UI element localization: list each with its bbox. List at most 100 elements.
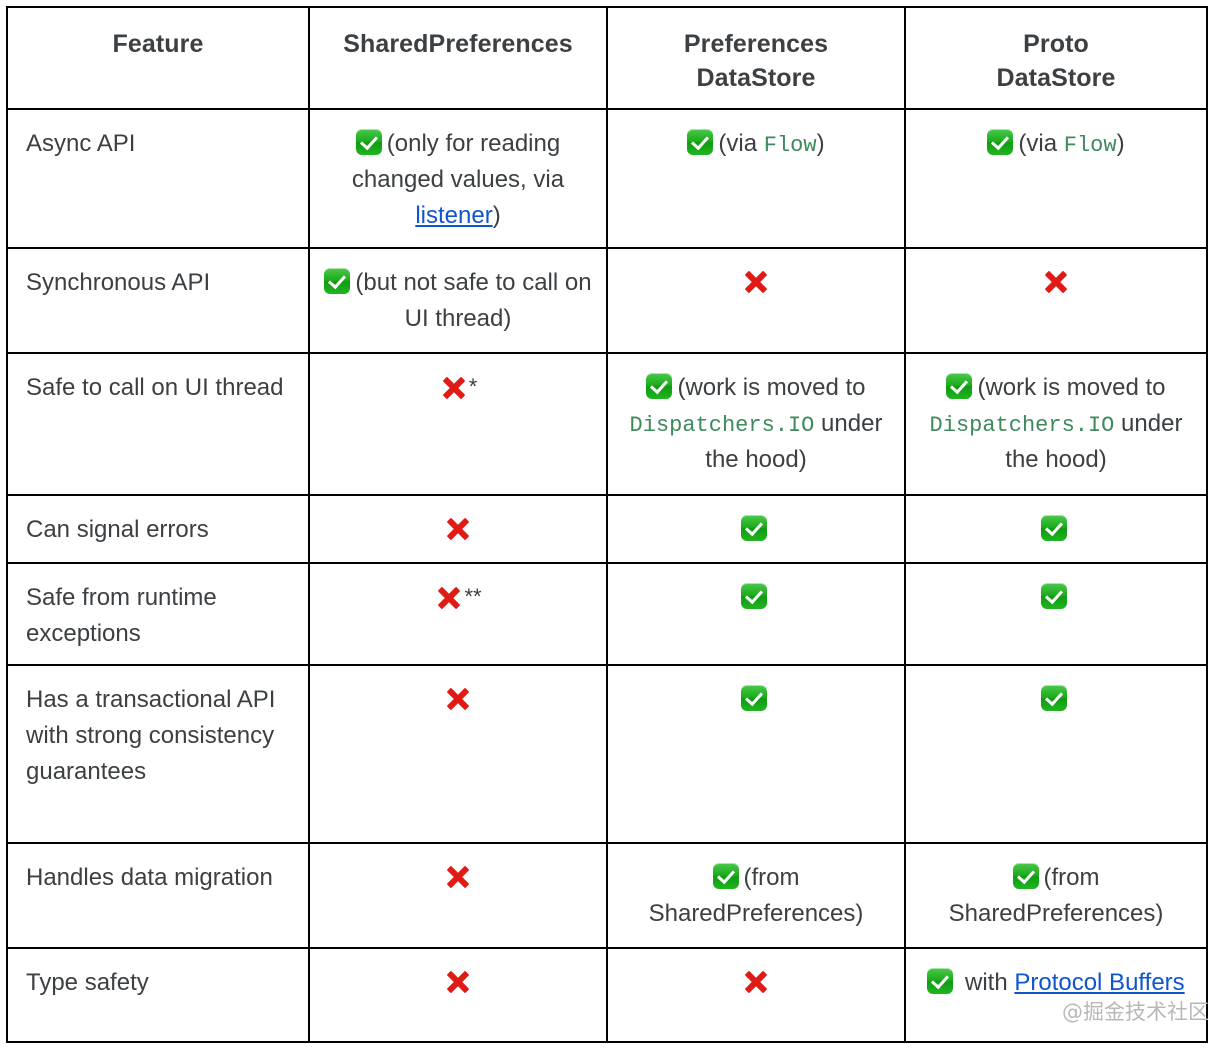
- column-header-proto-datastore: Proto DataStore: [904, 6, 1208, 110]
- footnote-marker: *: [468, 374, 478, 399]
- cell-content: [310, 844, 606, 947]
- header-line-2: DataStore: [996, 63, 1116, 92]
- check-icon: [946, 373, 973, 399]
- check-icon: [740, 685, 767, 711]
- cell-feature: Handles data migration: [6, 842, 310, 949]
- cell-feature: Async API: [6, 108, 310, 249]
- check-icon: [1040, 583, 1067, 609]
- column-header-sharedpreferences: SharedPreferences: [308, 6, 608, 110]
- cell-preferences-datastore: [606, 247, 906, 354]
- cell-text: (work is moved to: [677, 374, 866, 401]
- cross-icon: [443, 967, 473, 997]
- cross-icon: [443, 684, 473, 714]
- cross-icon: [443, 514, 473, 544]
- table-row: Safe from runtime exceptions **: [6, 562, 1208, 666]
- table-row: Safe to call on UI thread * (work is mov…: [6, 352, 1208, 496]
- code-flow: Flow: [1063, 133, 1117, 158]
- cell-content: (via Flow): [608, 110, 904, 247]
- header-line-1: Preferences: [683, 30, 829, 58]
- cell-text: (via: [1018, 130, 1064, 157]
- cell-text: (only for reading changed values, via: [351, 130, 565, 193]
- cell-content: [906, 666, 1206, 842]
- feature-label: Handles data migration: [26, 864, 273, 891]
- feature-label: Synchronous API: [26, 269, 211, 296]
- check-icon: [324, 268, 351, 294]
- check-icon: [355, 129, 382, 155]
- cross-icon: [1041, 267, 1071, 297]
- cell-sharedpreferences: *: [308, 352, 608, 496]
- cross-icon: [443, 862, 473, 892]
- code-dispatchers-io: Dispatchers.IO: [929, 413, 1115, 438]
- cell-content: [310, 496, 606, 562]
- comparison-table-container: Feature SharedPreferences Preferences Da…: [6, 6, 1208, 1043]
- footnote-marker: **: [464, 584, 482, 609]
- cell-content: [906, 496, 1206, 562]
- column-header-feature: Feature: [6, 6, 310, 110]
- feature-label: Has a transactional API with strong cons…: [26, 686, 276, 785]
- cell-proto-datastore: [904, 494, 1208, 564]
- cell-feature: Synchronous API: [6, 247, 310, 354]
- cell-content: (from SharedPreferences): [906, 844, 1206, 947]
- cell-feature: Type safety: [6, 947, 310, 1043]
- comparison-table: Feature SharedPreferences Preferences Da…: [6, 6, 1208, 1043]
- cell-proto-datastore: [904, 247, 1208, 354]
- cell-content: **: [310, 564, 606, 664]
- cell-preferences-datastore: (via Flow): [606, 108, 906, 249]
- cell-sharedpreferences: (but not safe to call on UI thread): [308, 247, 608, 354]
- cell-content: [608, 249, 904, 352]
- check-icon: [927, 968, 954, 994]
- cell-content: [906, 249, 1206, 352]
- cell-preferences-datastore: [606, 562, 906, 666]
- feature-label: Async API: [26, 130, 136, 157]
- cell-content: (from SharedPreferences): [608, 844, 904, 947]
- check-icon: [687, 129, 714, 155]
- cell-text-after: ): [1116, 130, 1125, 157]
- check-icon: [1040, 685, 1067, 711]
- table-row: Synchronous API (but not safe to call on…: [6, 247, 1208, 354]
- table-header-row: Feature SharedPreferences Preferences Da…: [6, 6, 1208, 110]
- feature-label: Can signal errors: [26, 516, 209, 543]
- cell-content: (work is moved to Dispatchers.IO under t…: [906, 354, 1206, 494]
- cell-feature: Safe to call on UI thread: [6, 352, 310, 496]
- table-row: Can signal errors: [6, 494, 1208, 564]
- cross-icon: [741, 267, 771, 297]
- cell-text: (from SharedPreferences): [648, 864, 864, 927]
- table-row: Has a transactional API with strong cons…: [6, 664, 1208, 844]
- protocol-buffers-link[interactable]: Protocol Buffers: [1014, 969, 1184, 996]
- column-header-preferences-datastore: Preferences DataStore: [606, 6, 906, 110]
- cell-preferences-datastore: [606, 664, 906, 844]
- cell-content: (but not safe to call on UI thread): [310, 249, 606, 352]
- cell-sharedpreferences: **: [308, 562, 608, 666]
- check-icon: [1012, 863, 1039, 889]
- cell-sharedpreferences: [308, 842, 608, 949]
- check-icon: [740, 583, 767, 609]
- table-row: Type safety with Protocol Buffers: [6, 947, 1208, 1043]
- cell-sharedpreferences: [308, 664, 608, 844]
- cell-content: with Protocol Buffers: [906, 949, 1206, 1041]
- cell-preferences-datastore: [606, 494, 906, 564]
- feature-label: Safe from runtime exceptions: [26, 584, 217, 647]
- column-header-feature-label: Feature: [112, 30, 204, 58]
- cell-content: [310, 949, 606, 1041]
- cell-feature: Has a transactional API with strong cons…: [6, 664, 310, 844]
- table-row: Handles data migration (from SharedPrefe…: [6, 842, 1208, 949]
- table-body: Async API (only for reading changed valu…: [6, 108, 1208, 1043]
- cell-preferences-datastore: [606, 947, 906, 1043]
- header-line-2: DataStore: [696, 63, 816, 92]
- check-icon: [1040, 515, 1067, 541]
- cell-proto-datastore: [904, 562, 1208, 666]
- cell-proto-datastore: (work is moved to Dispatchers.IO under t…: [904, 352, 1208, 496]
- cell-proto-datastore: with Protocol Buffers: [904, 947, 1208, 1043]
- check-icon: [712, 863, 739, 889]
- check-icon: [740, 515, 767, 541]
- cell-content: *: [310, 354, 606, 494]
- cell-content: [608, 666, 904, 842]
- cell-content: [608, 564, 904, 664]
- listener-link[interactable]: listener: [415, 202, 492, 229]
- cell-proto-datastore: (from SharedPreferences): [904, 842, 1208, 949]
- check-icon: [646, 373, 673, 399]
- column-header-proto-datastore-label: Proto DataStore: [997, 28, 1116, 96]
- cell-text-after: ): [816, 130, 825, 157]
- header-line-1: Proto: [1023, 30, 1089, 58]
- cell-feature: Can signal errors: [6, 494, 310, 564]
